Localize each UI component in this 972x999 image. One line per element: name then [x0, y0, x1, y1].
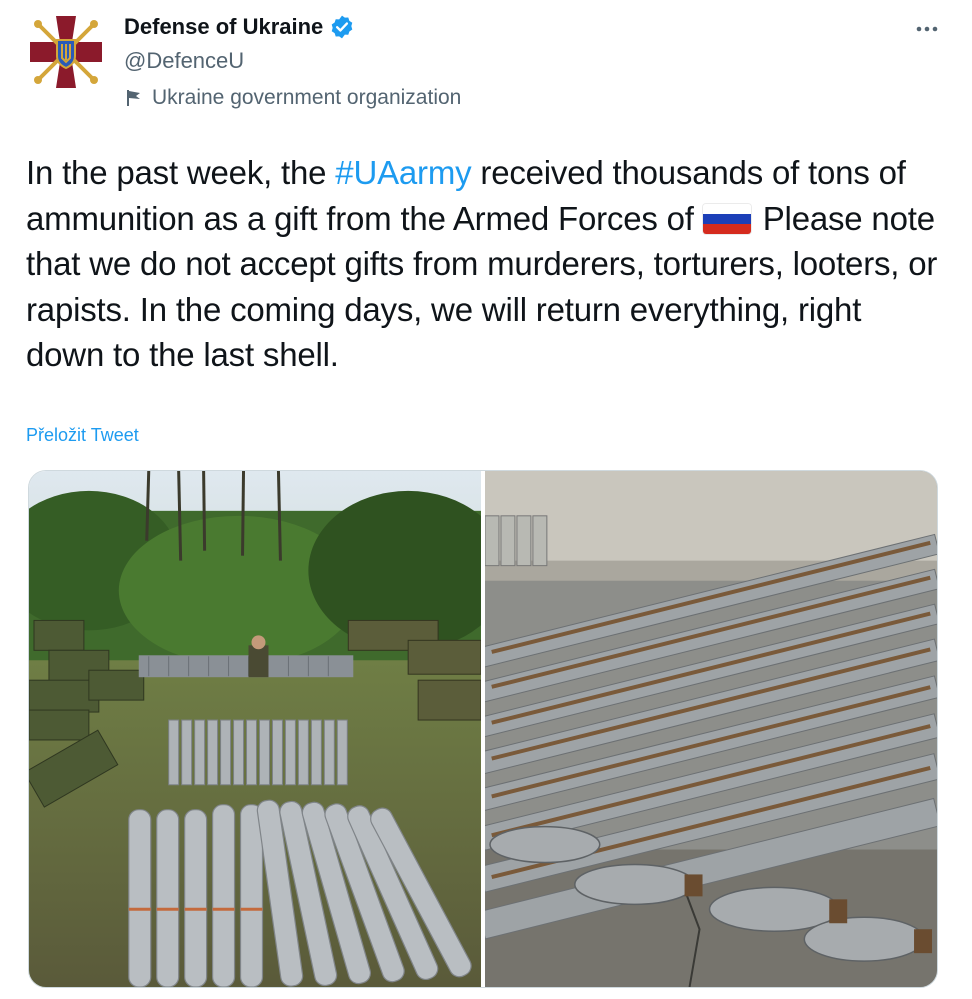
russia-flag-icon: [702, 203, 751, 234]
tweet-text-part-1: In the past week, the: [26, 154, 336, 191]
author-handle[interactable]: @DefenceU: [124, 48, 244, 74]
author-display-name[interactable]: Defense of Ukraine: [124, 14, 323, 40]
ministry-of-defence-emblem-icon: [30, 16, 102, 88]
tweet-card: Defense of Ukraine @DefenceU Ukraine gov…: [0, 0, 972, 999]
avatar[interactable]: [26, 12, 106, 92]
government-label-row: Ukraine government organization: [124, 86, 461, 110]
forest-ammunition-photo[interactable]: [29, 471, 481, 987]
more-options-button[interactable]: [914, 16, 940, 42]
hashtag-link[interactable]: #UAarmy: [335, 154, 471, 191]
translate-tweet-link[interactable]: Přeložit Tweet: [26, 425, 139, 446]
verified-badge-icon: [329, 14, 355, 40]
government-label: Ukraine government organization: [152, 86, 462, 109]
author-name-row: Defense of Ukraine: [124, 14, 355, 40]
tweet-text: In the past week, the #UAarmy received t…: [26, 150, 946, 378]
more-icon: [915, 25, 939, 33]
government-flag-icon: [124, 88, 144, 108]
artillery-shells-photo[interactable]: [485, 471, 937, 987]
media-grid: [28, 470, 938, 988]
